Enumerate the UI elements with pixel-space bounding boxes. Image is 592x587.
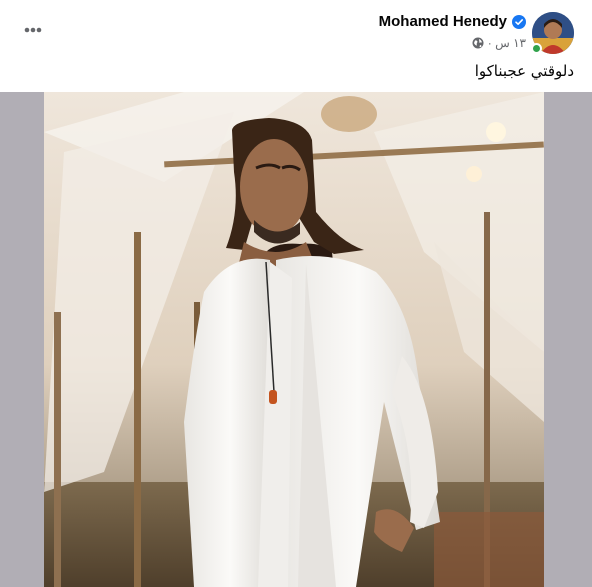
author-name-row: Mohamed Henedy (379, 13, 526, 30)
verified-badge-icon (512, 14, 526, 29)
author-name[interactable]: Mohamed Henedy (379, 13, 507, 30)
post-header: Mohamed Henedy ١٣ س · دلوقتي عجبناكوا (0, 0, 592, 92)
more-options-button[interactable] (18, 18, 48, 42)
post-timestamp[interactable]: ١٣ س · (488, 36, 526, 50)
facebook-post: Mohamed Henedy ١٣ س · دلوقتي عجبناكوا (0, 0, 592, 587)
post-meta: ١٣ س · (472, 36, 526, 50)
globe-icon[interactable] (472, 37, 484, 49)
post-photo[interactable] (44, 92, 544, 587)
post-media-container[interactable] (0, 92, 592, 587)
post-caption: دلوقتي عجبناكوا (474, 62, 574, 80)
more-horizontal-icon (24, 27, 42, 33)
online-status-indicator (531, 43, 542, 54)
